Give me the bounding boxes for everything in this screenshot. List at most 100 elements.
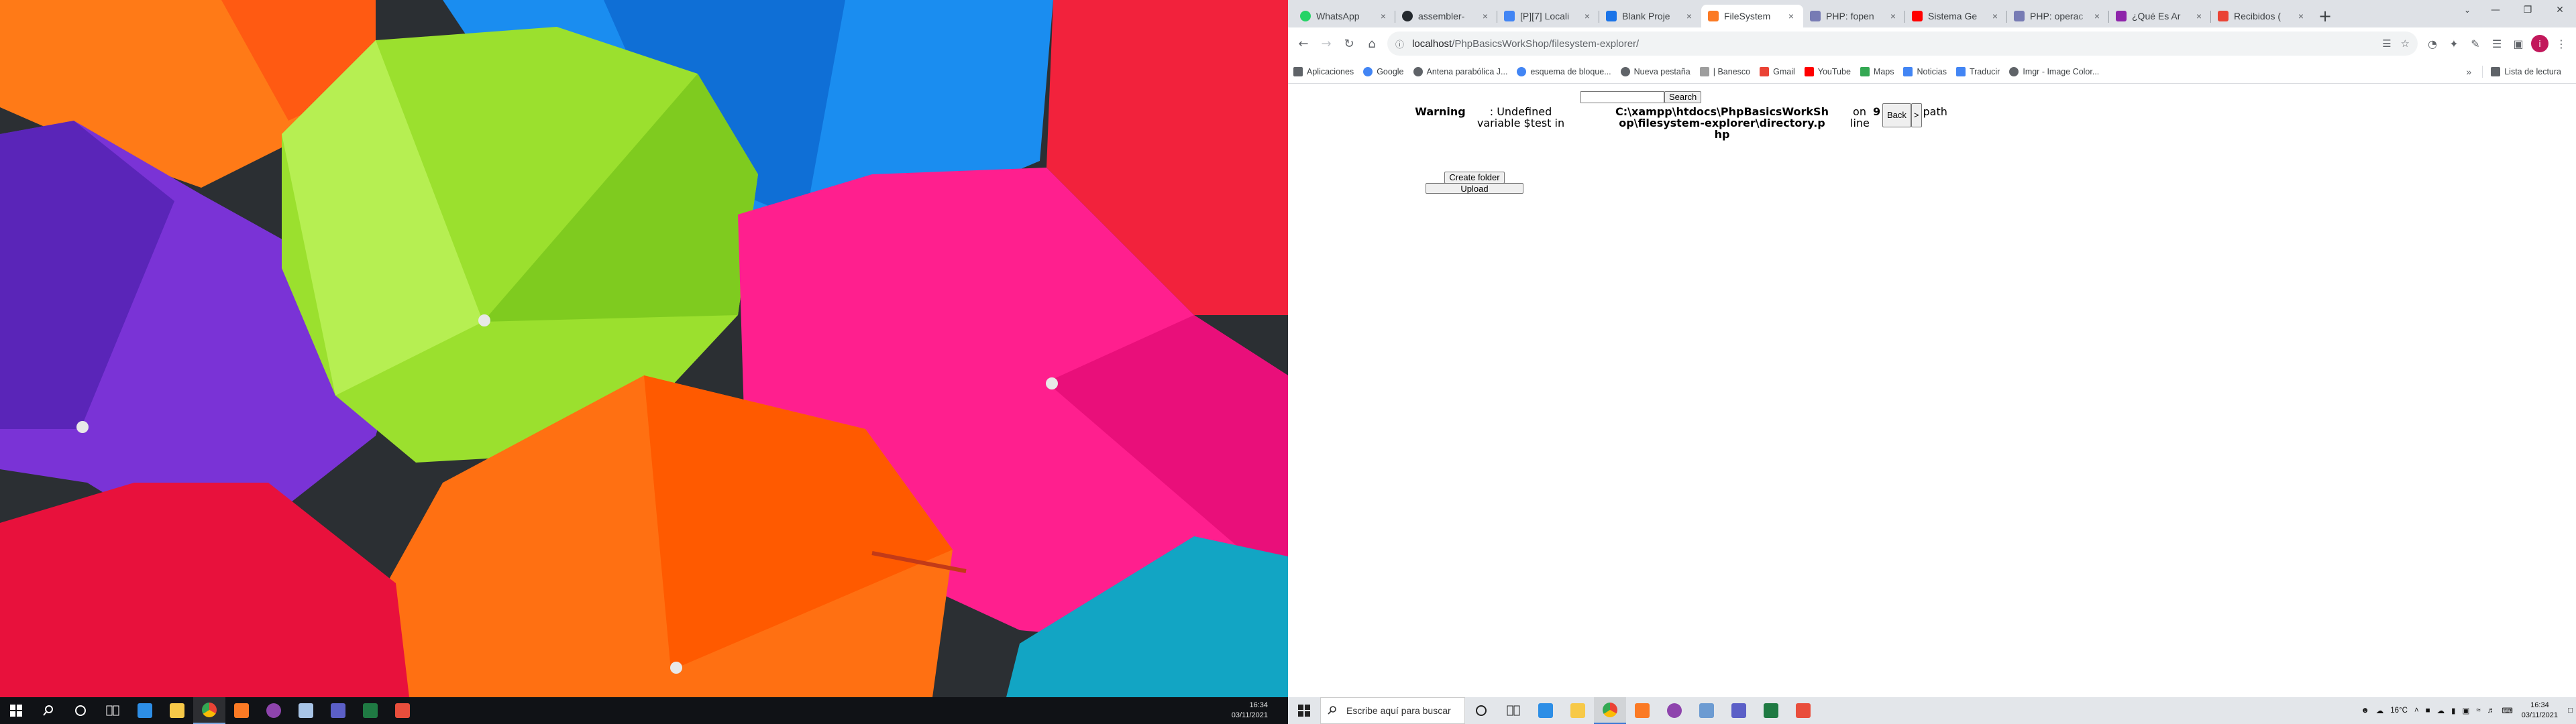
excel-icon[interactable]	[354, 697, 386, 724]
volume-icon[interactable]: ♬	[2487, 707, 2496, 715]
puzzle-icon[interactable]: ✎	[2465, 33, 2486, 54]
close-icon[interactable]: ×	[1684, 11, 1695, 21]
search-input[interactable]	[1580, 91, 1664, 103]
cortana-icon[interactable]	[1465, 697, 1497, 724]
notepad-icon[interactable]	[290, 697, 322, 724]
back-arrow-icon[interactable]: ←	[1292, 32, 1315, 55]
reading-list-icon[interactable]: ☰	[2486, 33, 2508, 54]
teams-icon[interactable]	[1723, 697, 1755, 724]
right-clock[interactable]: 16:34 03/11/2021	[2522, 701, 2558, 721]
search-icon[interactable]	[32, 697, 64, 724]
sync-icon[interactable]: ▣	[2508, 33, 2529, 54]
teams-icon[interactable]	[322, 697, 354, 724]
bookmark-google[interactable]: Google	[1363, 66, 1404, 76]
bookmark-maps[interactable]: Maps	[1860, 66, 1894, 76]
onedrive-icon[interactable]: ☁	[2437, 706, 2445, 715]
search-button[interactable]: Search	[1664, 91, 1702, 103]
people-icon[interactable]: ☻	[2361, 707, 2369, 715]
tab-recibidos[interactable]: Recibidos (×	[2211, 5, 2313, 27]
cloud-icon[interactable]: ☁	[2376, 706, 2384, 715]
keyboard-icon[interactable]: ⌨	[2502, 706, 2513, 715]
extension-icon[interactable]: ◔	[2422, 33, 2443, 54]
chrome-icon[interactable]	[1594, 697, 1626, 724]
profile-button[interactable]: i	[2529, 33, 2551, 54]
tab-sistema[interactable]: Sistema Ge ×	[1905, 5, 2007, 27]
tab-github[interactable]: assembler- ×	[1395, 5, 1497, 27]
window-close-icon[interactable]: ✕	[2544, 0, 2576, 20]
new-tab-button[interactable]: +	[2313, 5, 2337, 27]
bookmark-antena[interactable]: Antena parabólica J...	[1413, 66, 1507, 76]
xampp-icon[interactable]	[1626, 697, 1658, 724]
translate-icon[interactable]: ☰	[2382, 38, 2391, 50]
file-explorer-icon[interactable]	[1562, 697, 1594, 724]
tab-blank-project[interactable]: Blank Proje ×	[1599, 5, 1701, 27]
info-icon[interactable]: ⓘ	[1395, 38, 1404, 50]
bookmark-banesco[interactable]: | Banesco	[1699, 66, 1750, 76]
notepad-icon[interactable]	[1690, 697, 1723, 724]
close-icon[interactable]: ×	[2194, 11, 2204, 21]
task-view-icon[interactable]	[1497, 697, 1529, 724]
home-icon[interactable]: ⌂	[1360, 32, 1383, 55]
bookmark-noticias[interactable]: Noticias	[1903, 66, 1947, 76]
bookmark-nueva-pestana[interactable]: Nueva pestaña	[1620, 66, 1690, 76]
close-icon[interactable]: ×	[1378, 11, 1389, 21]
extension-icon[interactable]: ✦	[2443, 33, 2465, 54]
battery-icon[interactable]: ▮	[2451, 706, 2455, 715]
maximize-icon[interactable]: ❐	[2512, 0, 2544, 20]
minimize-icon[interactable]: —	[2479, 0, 2512, 20]
chevron-up-icon[interactable]: ˄	[2414, 707, 2419, 715]
file-explorer-icon[interactable]	[161, 697, 193, 724]
chrome-icon[interactable]	[193, 697, 225, 724]
bookmark-imgr[interactable]: Imgr - Image Color...	[2009, 66, 2099, 76]
next-button[interactable]: >	[1911, 103, 1922, 127]
github-desktop-icon[interactable]	[258, 697, 290, 724]
left-clock[interactable]: 16:34 03/11/2021	[1232, 701, 1268, 721]
close-icon[interactable]: ×	[2296, 11, 2306, 21]
bookmark-apps[interactable]: Aplicaciones	[1293, 66, 1354, 76]
bookmark-esquema[interactable]: esquema de bloque...	[1517, 66, 1611, 76]
menu-icon[interactable]: ⋮	[2551, 33, 2572, 54]
close-icon[interactable]: ×	[1786, 11, 1796, 21]
tab-search-icon[interactable]: ⌄	[2455, 0, 2479, 20]
tab-whatsapp[interactable]: WhatsApp ×	[1293, 5, 1395, 27]
create-folder-button[interactable]: Create folder	[1444, 172, 1505, 184]
bookmark-gmail[interactable]: Gmail	[1760, 66, 1795, 76]
github-desktop-icon[interactable]	[1658, 697, 1690, 724]
vscode-icon[interactable]	[1529, 697, 1562, 724]
more-bookmarks-icon[interactable]: »	[2466, 66, 2471, 77]
star-icon[interactable]: ☆	[2401, 38, 2410, 50]
bookmark-youtube[interactable]: YouTube	[1804, 66, 1851, 76]
tab-php-fopen[interactable]: PHP: fopen ×	[1803, 5, 1905, 27]
paint-icon[interactable]	[386, 697, 419, 724]
close-icon[interactable]: ×	[1888, 11, 1898, 21]
excel-icon[interactable]	[1755, 697, 1787, 724]
upload-button[interactable]: Upload	[1426, 183, 1523, 194]
paint-icon[interactable]	[1787, 697, 1819, 724]
xampp-icon[interactable]	[225, 697, 258, 724]
address-bar[interactable]: ⓘ localhost/PhpBasicsWorkShop/filesystem…	[1387, 32, 2418, 56]
close-icon[interactable]: ×	[2092, 11, 2102, 21]
tab-docs[interactable]: [P][7] Locali ×	[1497, 5, 1599, 27]
close-icon[interactable]: ×	[1582, 11, 1593, 21]
forward-arrow-icon[interactable]: →	[1315, 32, 1338, 55]
app-tray-icon[interactable]: ■	[2426, 707, 2430, 715]
weather-temp[interactable]: 16°C	[2390, 707, 2408, 715]
reload-icon[interactable]: ↻	[1338, 32, 1360, 55]
cortana-icon[interactable]	[64, 697, 97, 724]
tab-php-operac[interactable]: PHP: operac ×	[2007, 5, 2109, 27]
windows-logo-icon[interactable]	[0, 697, 32, 724]
windows-logo-icon[interactable]	[1288, 697, 1320, 724]
close-icon[interactable]: ×	[1480, 11, 1491, 21]
network-icon[interactable]: ≈	[2476, 707, 2480, 715]
tab-que-es[interactable]: ¿Qué Es Ar ×	[2109, 5, 2211, 27]
close-icon[interactable]: ×	[1990, 11, 2000, 21]
taskbar-search[interactable]: Escribe aquí para buscar	[1320, 697, 1465, 724]
reading-list-button[interactable]: Lista de lectura	[2491, 66, 2561, 76]
vscode-icon[interactable]	[129, 697, 161, 724]
task-view-icon[interactable]	[97, 697, 129, 724]
back-button[interactable]: Back	[1882, 103, 1911, 127]
bookmark-traducir[interactable]: Traducir	[1955, 66, 2000, 76]
monitor-icon[interactable]: ▣	[2463, 706, 2470, 715]
notification-icon[interactable]: □	[2568, 707, 2573, 715]
tab-filesystem[interactable]: FileSystem ×	[1701, 5, 1803, 27]
